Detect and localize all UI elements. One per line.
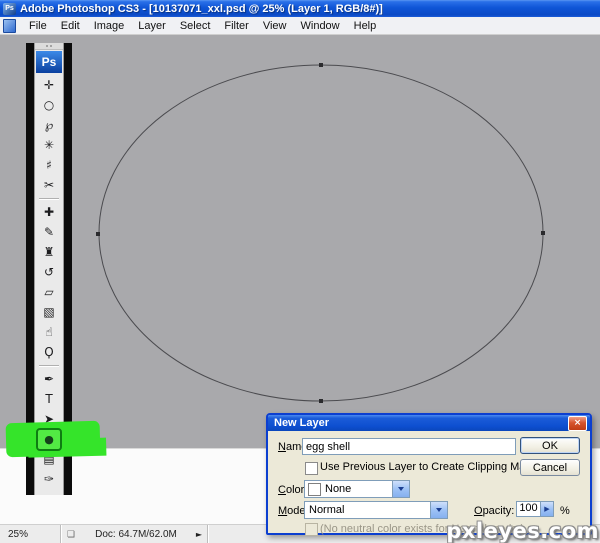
cancel-button[interactable]: Cancel: [520, 459, 580, 476]
opacity-label: Opacity:: [474, 505, 514, 517]
elliptical-marquee-tool-icon: ○: [44, 99, 54, 111]
brush-tool[interactable]: ✎: [36, 222, 62, 242]
history-brush-tool-icon: ↺: [44, 266, 54, 278]
close-icon[interactable]: ×: [568, 416, 587, 431]
tool-palette-strip: Ps ✛ ○ ℘: [34, 43, 64, 495]
mode-value: Normal: [305, 504, 430, 516]
color-dropdown[interactable]: None: [304, 480, 410, 498]
chevron-down-icon[interactable]: [392, 481, 409, 497]
shape-tool-icon: ●: [36, 428, 62, 451]
opacity-unit: %: [560, 505, 570, 517]
tool-palette: Ps ✛ ○ ℘: [26, 43, 72, 495]
type-tool-icon: T: [45, 393, 52, 405]
move-tool-icon: ✛: [44, 79, 54, 91]
menu-image[interactable]: Image: [87, 19, 132, 33]
smudge-tool-icon: ☝: [45, 326, 52, 338]
document-icon: [3, 19, 16, 33]
menu-file[interactable]: File: [22, 19, 54, 33]
elliptical-marquee-tool[interactable]: ○: [36, 95, 62, 115]
chevron-down-icon[interactable]: [430, 502, 447, 518]
menu-bar: File Edit Image Layer Select Filter View…: [0, 17, 600, 35]
new-layer-dialog: New Layer × Name: OK Use Previous Layer …: [266, 413, 592, 535]
opacity-value: 100: [517, 502, 540, 516]
gradient-tool[interactable]: ▧: [36, 302, 62, 322]
eyedropper-tool-icon: ✑: [44, 473, 54, 485]
color-label: Color:: [278, 484, 307, 496]
history-brush-tool[interactable]: ↺: [36, 262, 62, 282]
menu-select[interactable]: Select: [173, 19, 218, 33]
menu-edit[interactable]: Edit: [54, 19, 87, 33]
smudge-tool[interactable]: ☝: [36, 322, 62, 342]
clipping-mask-label: Use Previous Layer to Create Clipping Ma…: [320, 461, 536, 473]
status-menu-arrow-icon[interactable]: ►: [191, 530, 207, 539]
menu-help[interactable]: Help: [347, 19, 384, 33]
opacity-slider-arrow-icon[interactable]: ▶: [540, 502, 553, 516]
opacity-field[interactable]: 100 ▶: [516, 501, 554, 517]
watermark: pxleyes.com: [446, 519, 599, 543]
menu-layer[interactable]: Layer: [131, 19, 173, 33]
mode-dropdown[interactable]: Normal: [304, 501, 448, 519]
eraser-tool[interactable]: ▱: [36, 282, 62, 302]
ok-button[interactable]: OK: [520, 437, 580, 454]
tool-divider-1: [36, 195, 62, 202]
window-title: Adobe Photoshop CS3 - [10137071_xxl.psd …: [20, 3, 383, 15]
shape-tool[interactable]: ●: [36, 429, 62, 449]
menu-filter[interactable]: Filter: [217, 19, 255, 33]
menu-items: File Edit Image Layer Select Filter View…: [22, 19, 383, 33]
color-value: None: [321, 483, 392, 495]
brush-tool-icon: ✎: [44, 226, 54, 238]
clone-stamp-tool[interactable]: ♜: [36, 242, 62, 262]
type-tool[interactable]: T: [36, 389, 62, 409]
clone-stamp-tool-icon: ♜: [44, 246, 55, 258]
photoshop-app-icon: Ps: [3, 3, 16, 15]
zoom-level-field[interactable]: 25%: [0, 525, 61, 543]
layer-name-input[interactable]: [302, 438, 516, 455]
eraser-tool-icon: ▱: [44, 286, 53, 298]
doc-badge-icon: ❏: [61, 530, 81, 540]
dodge-tool-icon: Ϙ: [44, 346, 53, 358]
clipping-mask-checkbox[interactable]: [305, 462, 318, 475]
dialog-title: New Layer: [274, 417, 329, 429]
magic-wand-tool[interactable]: ✳: [36, 135, 62, 155]
photoshop-window: Ps Adobe Photoshop CS3 - [10137071_xxl.p…: [0, 0, 600, 543]
window-title-bar: Ps Adobe Photoshop CS3 - [10137071_xxl.p…: [0, 0, 600, 17]
gradient-tool-icon: ▧: [43, 306, 54, 318]
ps-logo: Ps: [36, 51, 62, 73]
eyedropper-tool[interactable]: ✑: [36, 469, 62, 489]
pen-tool-icon: ✒: [44, 373, 54, 385]
doc-size-text: Doc: 64.7M/62.0M: [81, 529, 191, 540]
move-tool[interactable]: ✛: [36, 75, 62, 95]
tool-divider-2: [36, 362, 62, 369]
dialog-body: Name: OK Use Previous Layer to Create Cl…: [268, 431, 590, 531]
healing-brush-tool[interactable]: ✚: [36, 202, 62, 222]
lasso-tool-icon: ℘: [45, 119, 53, 131]
slice-tool[interactable]: ✂: [36, 175, 62, 195]
doc-info-section: ❏ Doc: 64.7M/62.0M ►: [61, 525, 208, 543]
color-swatch: [308, 483, 321, 496]
healing-brush-tool-icon: ✚: [44, 206, 54, 218]
dialog-title-bar[interactable]: New Layer ×: [268, 415, 590, 431]
slice-tool-icon: ✂: [44, 179, 54, 191]
canvas[interactable]: [0, 35, 600, 448]
neutral-color-checkbox: [305, 523, 318, 536]
menu-view[interactable]: View: [256, 19, 294, 33]
crop-tool[interactable]: ♯: [36, 155, 62, 175]
palette-grip[interactable]: [35, 43, 63, 50]
magic-wand-tool-icon: ✳: [44, 139, 54, 151]
tool-list: ✛ ○ ℘ ✳: [36, 75, 62, 489]
crop-tool-icon: ♯: [46, 159, 52, 171]
lasso-tool[interactable]: ℘: [36, 115, 62, 135]
dodge-tool[interactable]: Ϙ: [36, 342, 62, 362]
menu-window[interactable]: Window: [294, 19, 347, 33]
pen-tool[interactable]: ✒: [36, 369, 62, 389]
